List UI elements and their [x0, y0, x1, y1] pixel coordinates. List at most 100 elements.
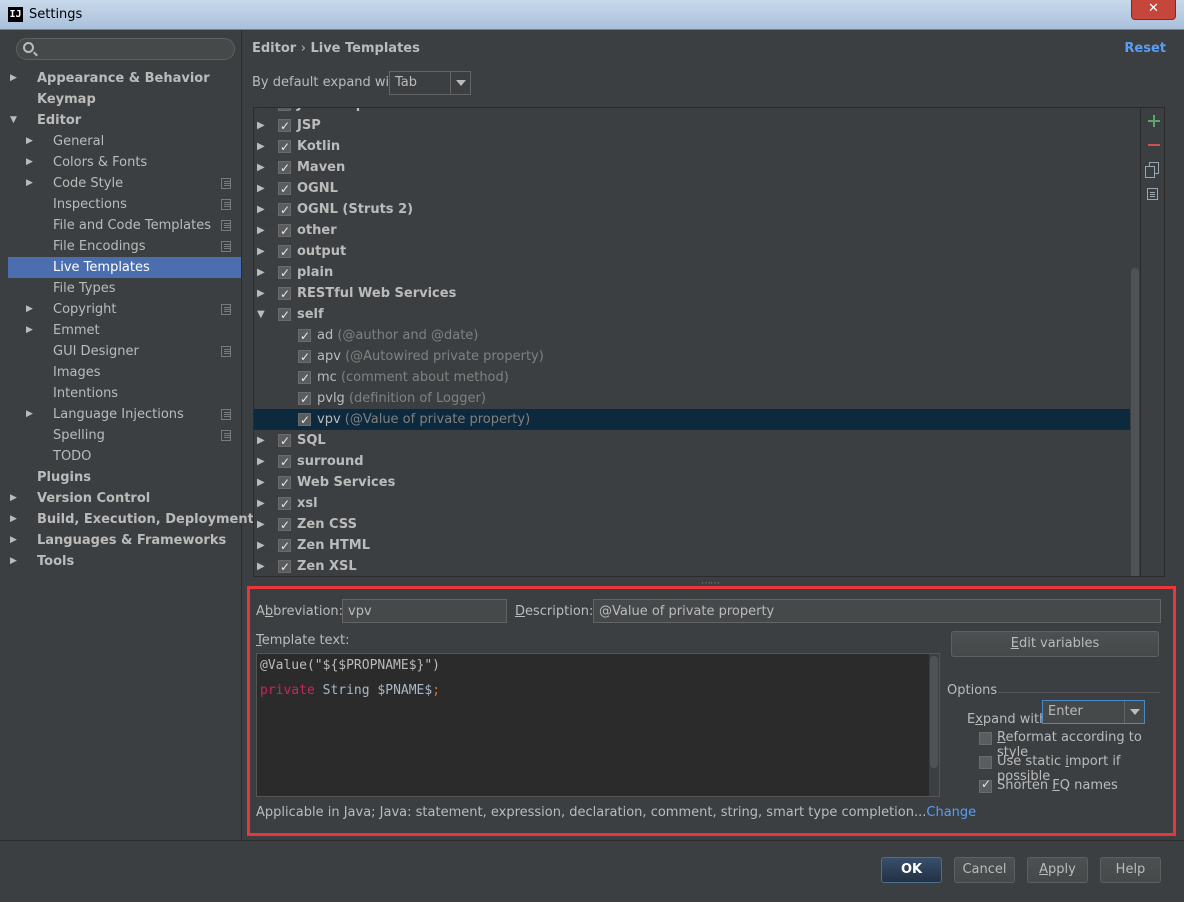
chevron-right-icon[interactable]: ▶: [257, 430, 265, 451]
template-group-row[interactable]: ▶ Web Services: [254, 472, 1130, 494]
nav-item-inspections[interactable]: Inspections: [8, 194, 241, 215]
chevron-right-icon[interactable]: ▶: [26, 152, 33, 173]
group-checkbox[interactable]: [278, 452, 291, 473]
template-group-row[interactable]: ▶ output: [254, 241, 1130, 263]
template-group-row[interactable]: ▶ Zen CSS: [254, 514, 1130, 536]
description-input[interactable]: [593, 599, 1161, 623]
template-group-row[interactable]: ▶ surround: [254, 451, 1130, 473]
paste-icon[interactable]: [1147, 188, 1158, 200]
nav-item-languages-frameworks[interactable]: ▶ Languages & Frameworks: [8, 530, 241, 551]
chevron-right-icon[interactable]: ▶: [257, 157, 265, 178]
nav-item-gui-designer[interactable]: GUI Designer: [8, 341, 241, 362]
group-checkbox[interactable]: [278, 179, 291, 200]
nav-item-file-types[interactable]: File Types: [8, 278, 241, 299]
template-checkbox[interactable]: [298, 347, 311, 368]
template-group-row[interactable]: ▶ JavaScript: [254, 108, 1130, 116]
chevron-right-icon[interactable]: ▶: [257, 136, 265, 157]
abbreviation-input[interactable]: [342, 599, 507, 623]
chevron-right-icon[interactable]: ▶: [257, 556, 265, 576]
template-group-row[interactable]: ▶ plain: [254, 262, 1130, 284]
chevron-right-icon[interactable]: ▶: [257, 514, 265, 535]
template-item-row[interactable]: apv (@Autowired private property): [254, 346, 1130, 368]
nav-item-intentions[interactable]: Intentions: [8, 383, 241, 404]
template-group-row[interactable]: ▶ xsl: [254, 493, 1130, 515]
edit-variables-button[interactable]: Edit variables: [951, 631, 1159, 657]
group-checkbox[interactable]: [278, 515, 291, 536]
group-checkbox[interactable]: [278, 116, 291, 137]
template-group-row[interactable]: ▶ Kotlin: [254, 136, 1130, 158]
cancel-button[interactable]: Cancel: [954, 857, 1015, 883]
nav-item-code-style[interactable]: ▶ Code Style: [8, 173, 241, 194]
group-checkbox[interactable]: [278, 242, 291, 263]
chevron-down-icon[interactable]: ▼: [10, 110, 17, 131]
chevron-right-icon[interactable]: ▶: [26, 320, 33, 341]
nav-item-emmet[interactable]: ▶ Emmet: [8, 320, 241, 341]
template-item-row[interactable]: pvlg (definition of Logger): [254, 388, 1130, 410]
chevron-right-icon[interactable]: ▶: [26, 131, 33, 152]
shorten-fq-label[interactable]: Shorten FQ names: [997, 778, 1118, 793]
template-group-row[interactable]: ▼ self: [254, 304, 1130, 326]
chevron-right-icon[interactable]: ▶: [257, 115, 265, 136]
template-group-row[interactable]: ▶ OGNL (Struts 2): [254, 199, 1130, 221]
chevron-right-icon[interactable]: ▶: [257, 493, 265, 514]
nav-item-spelling[interactable]: Spelling: [8, 425, 241, 446]
code-scrollbar-thumb[interactable]: [930, 656, 938, 768]
chevron-right-icon[interactable]: ▶: [257, 108, 265, 115]
nav-item-general[interactable]: ▶ General: [8, 131, 241, 152]
shorten-fq-checkbox[interactable]: [979, 777, 992, 793]
group-checkbox[interactable]: [278, 263, 291, 284]
group-checkbox[interactable]: [278, 431, 291, 452]
template-group-row[interactable]: ▶ OGNL: [254, 178, 1130, 200]
template-group-row[interactable]: ▶ other: [254, 220, 1130, 242]
nav-item-file-encodings[interactable]: File Encodings: [8, 236, 241, 257]
group-checkbox[interactable]: [278, 221, 291, 242]
nav-item-appearance-behavior[interactable]: ▶ Appearance & Behavior: [8, 68, 241, 89]
template-checkbox[interactable]: [298, 410, 311, 431]
chevron-down-icon[interactable]: [1124, 701, 1144, 723]
nav-item-colors-fonts[interactable]: ▶ Colors & Fonts: [8, 152, 241, 173]
expand-with-select[interactable]: Enter: [1042, 700, 1145, 724]
chevron-right-icon[interactable]: ▶: [257, 451, 265, 472]
code-scrollbar[interactable]: [929, 654, 939, 796]
group-checkbox[interactable]: [278, 108, 291, 116]
chevron-right-icon[interactable]: ▶: [10, 68, 17, 89]
nav-item-tools[interactable]: ▶ Tools: [8, 551, 241, 572]
chevron-right-icon[interactable]: ▶: [257, 283, 265, 304]
nav-item-live-templates[interactable]: Live Templates: [8, 257, 241, 278]
nav-item-file-and-code-templates[interactable]: File and Code Templates: [8, 215, 241, 236]
ok-button[interactable]: OK: [881, 857, 942, 883]
nav-item-images[interactable]: Images: [8, 362, 241, 383]
group-checkbox[interactable]: [278, 158, 291, 179]
change-contexts-link[interactable]: Change: [926, 805, 976, 820]
chevron-right-icon[interactable]: ▶: [10, 488, 17, 509]
chevron-down-icon[interactable]: [450, 72, 470, 94]
template-text-editor[interactable]: @Value("${$PROPNAME$}") private String $…: [256, 653, 940, 797]
search-input[interactable]: [39, 41, 229, 57]
template-group-row[interactable]: ▶ JSP: [254, 115, 1130, 137]
nav-item-keymap[interactable]: Keymap: [8, 89, 241, 110]
nav-item-version-control[interactable]: ▶ Version Control: [8, 488, 241, 509]
chevron-right-icon[interactable]: ▶: [257, 262, 265, 283]
help-button[interactable]: Help: [1100, 857, 1161, 883]
template-checkbox[interactable]: [298, 326, 311, 347]
template-checkbox[interactable]: [298, 368, 311, 389]
template-checkbox[interactable]: [298, 389, 311, 410]
chevron-down-icon[interactable]: ▼: [257, 304, 265, 325]
group-checkbox[interactable]: [278, 200, 291, 221]
reset-link[interactable]: Reset: [1124, 41, 1166, 56]
tree-scrollbar[interactable]: [1130, 108, 1140, 576]
chevron-right-icon[interactable]: ▶: [257, 472, 265, 493]
group-checkbox[interactable]: [278, 473, 291, 494]
search-box[interactable]: [16, 38, 235, 60]
nav-item-language-injections[interactable]: ▶ Language Injections: [8, 404, 241, 425]
plus-icon[interactable]: [1147, 114, 1161, 128]
group-checkbox[interactable]: [278, 284, 291, 305]
chevron-right-icon[interactable]: ▶: [10, 509, 17, 530]
chevron-right-icon[interactable]: ▶: [10, 530, 17, 551]
template-group-row[interactable]: ▶ SQL: [254, 430, 1130, 452]
tree-scrollbar-thumb[interactable]: [1131, 268, 1139, 576]
chevron-right-icon[interactable]: ▶: [26, 299, 33, 320]
template-item-row[interactable]: ad (@author and @date): [254, 325, 1130, 347]
template-group-row[interactable]: ▶ Maven: [254, 157, 1130, 179]
chevron-right-icon[interactable]: ▶: [10, 551, 17, 572]
